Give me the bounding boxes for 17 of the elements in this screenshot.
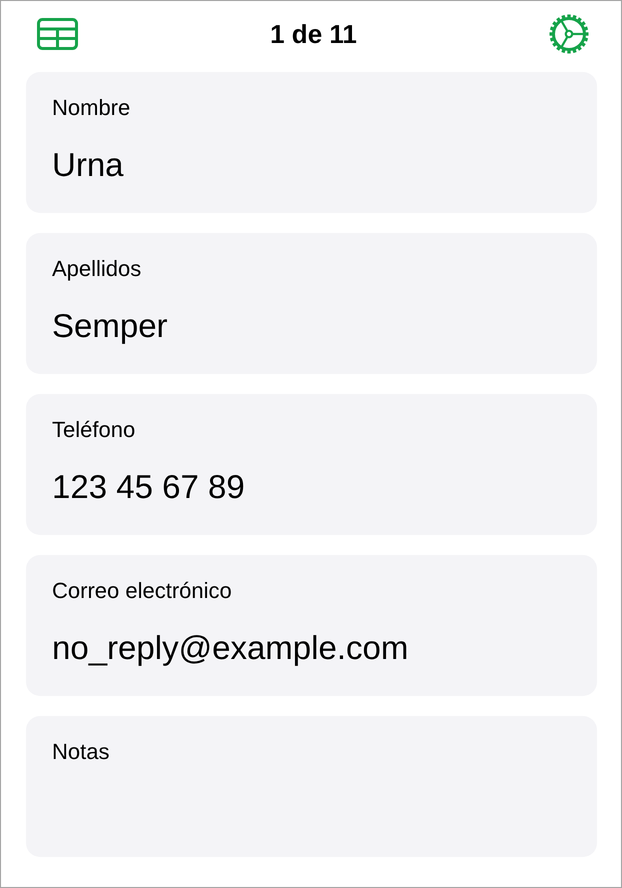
field-label: Nombre (52, 95, 130, 121)
field-value: Semper (52, 306, 168, 346)
field-label: Teléfono (52, 417, 136, 443)
field-value: 123 45 67 89 (52, 467, 245, 507)
field-label: Correo electrónico (52, 578, 232, 604)
field-label: Apellidos (52, 256, 142, 282)
table-icon[interactable] (37, 18, 78, 50)
record-counter: 1 de 11 (270, 18, 357, 48)
field-label: Notas (52, 739, 110, 765)
form-field[interactable]: Nombre Urna (26, 72, 597, 213)
form-field[interactable]: Correo electrónico no_reply@example.com (26, 555, 597, 696)
form-field[interactable]: Notas (26, 716, 597, 857)
form-field[interactable]: Apellidos Semper (26, 233, 597, 374)
field-value: Urna (52, 145, 124, 185)
form-field[interactable]: Teléfono 123 45 67 89 (26, 394, 597, 535)
settings-icon[interactable] (548, 14, 589, 54)
field-value: no_reply@example.com (52, 628, 408, 668)
